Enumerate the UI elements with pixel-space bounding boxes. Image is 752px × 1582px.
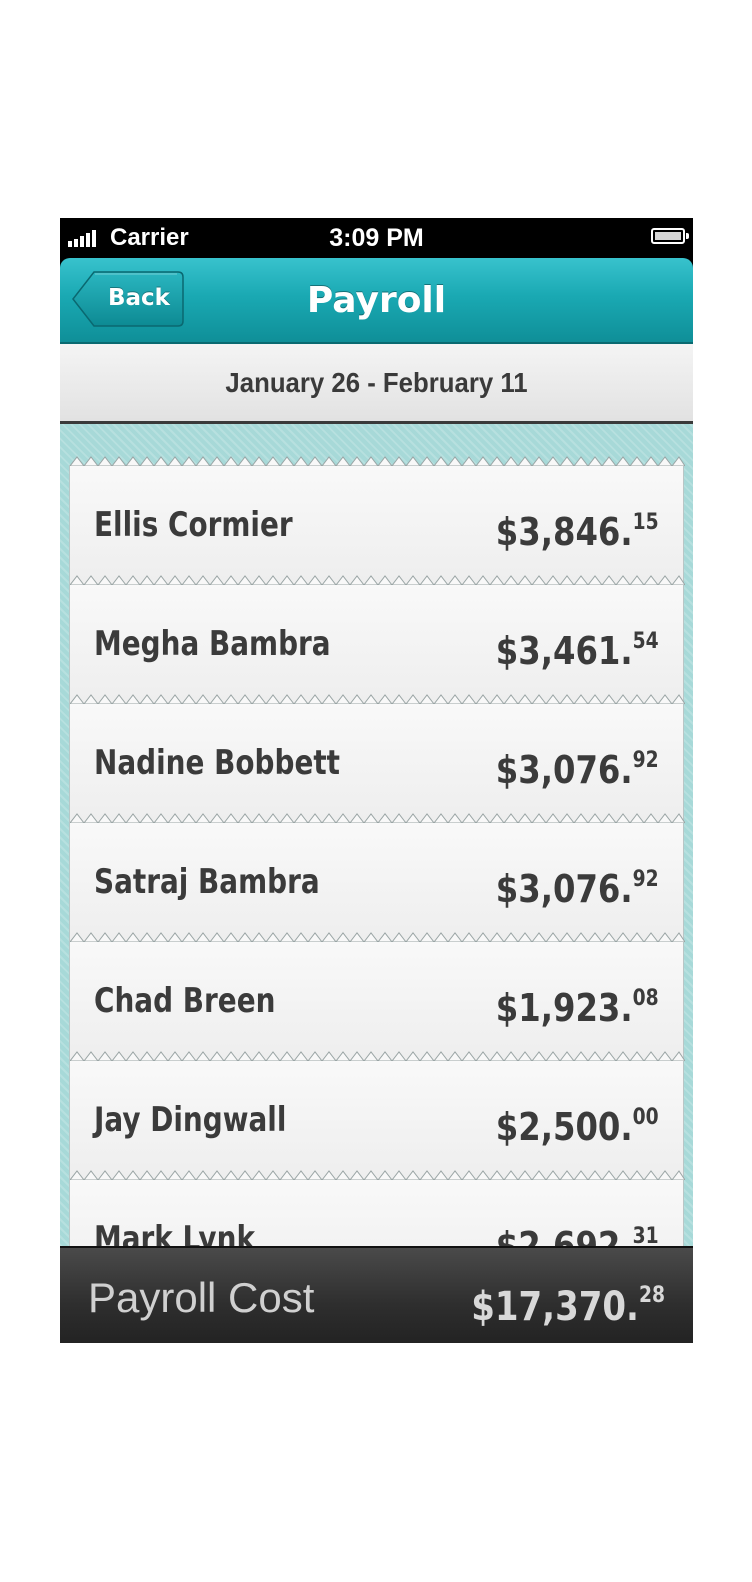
zigzag-edge	[70, 1170, 685, 1180]
amount-main: $3,846.	[496, 510, 633, 554]
pay-period-header: January 26 - February 11	[60, 344, 693, 424]
employee-amount: $3,076.92	[496, 858, 659, 911]
pay-period-label: January 26 - February 11	[225, 367, 528, 398]
list-item[interactable]: Mark Lynk $2,692.31	[69, 1170, 685, 1246]
amount-main: $3,076.	[496, 748, 633, 792]
amount-cents: 54	[632, 629, 659, 654]
list-item[interactable]: Nadine Bobbett $3,076.92	[69, 694, 685, 822]
page-title: Payroll	[306, 280, 447, 321]
amount-main: $3,461.	[496, 629, 633, 673]
zigzag-edge	[70, 813, 685, 823]
employee-name: Satraj Bambra	[94, 862, 320, 902]
amount-cents: 92	[632, 748, 659, 773]
amount-cents: 00	[632, 1105, 659, 1130]
status-bar: Carrier 3:09 PM	[60, 218, 693, 258]
employee-amount: $2,500.00	[496, 1096, 659, 1149]
employee-name: Nadine Bobbett	[94, 743, 341, 783]
employee-name: Megha Bambra	[94, 624, 331, 664]
employee-amount: $2,692.31	[496, 1215, 659, 1246]
zigzag-edge	[70, 694, 685, 704]
amount-cents: 92	[632, 867, 659, 892]
amount-cents: 15	[632, 510, 659, 535]
amount-cents: 31	[632, 1224, 659, 1246]
employee-name: Jay Dingwall	[94, 1100, 287, 1140]
amount-cents: 08	[632, 986, 659, 1011]
employee-list[interactable]: Ellis Cormier $3,846.15 Megha Bambra $3,…	[60, 424, 693, 1246]
employee-amount: $3,846.15	[496, 501, 659, 554]
employee-amount: $3,076.92	[496, 739, 659, 792]
amount-main: $2,692.	[496, 1224, 633, 1246]
amount-main: $3,076.	[496, 867, 633, 911]
phone-screen: Carrier 3:09 PM Back Payroll January 26 …	[60, 218, 693, 1343]
list-item[interactable]: Chad Breen $1,923.08	[69, 932, 685, 1060]
payroll-cost-total: $17,370.28	[471, 1272, 665, 1331]
total-main: $17,370.	[471, 1284, 639, 1330]
navigation-bar: Back Payroll	[60, 258, 693, 344]
battery-icon	[651, 228, 689, 244]
payroll-cost-label: Payroll Cost	[88, 1274, 315, 1321]
zigzag-edge	[70, 1051, 685, 1061]
list-item[interactable]: Ellis Cormier $3,846.15	[69, 456, 685, 584]
zigzag-edge	[70, 456, 685, 466]
zigzag-edge	[70, 932, 685, 942]
list-item[interactable]: Megha Bambra $3,461.54	[69, 575, 685, 703]
payroll-cost-footer: Payroll Cost $17,370.28	[60, 1246, 693, 1343]
employee-name: Ellis Cormier	[94, 505, 293, 545]
clock-time: 3:09 PM	[329, 224, 424, 252]
amount-main: $1,923.	[496, 986, 633, 1030]
employee-amount: $3,461.54	[496, 620, 659, 673]
amount-main: $2,500.	[496, 1105, 633, 1149]
employee-amount: $1,923.08	[496, 977, 659, 1030]
total-cents: 28	[638, 1283, 665, 1308]
employee-name: Mark Lynk	[94, 1219, 256, 1246]
zigzag-edge	[70, 575, 685, 585]
list-item[interactable]: Satraj Bambra $3,076.92	[69, 813, 685, 941]
employee-name: Chad Breen	[94, 981, 276, 1021]
list-item[interactable]: Jay Dingwall $2,500.00	[69, 1051, 685, 1179]
